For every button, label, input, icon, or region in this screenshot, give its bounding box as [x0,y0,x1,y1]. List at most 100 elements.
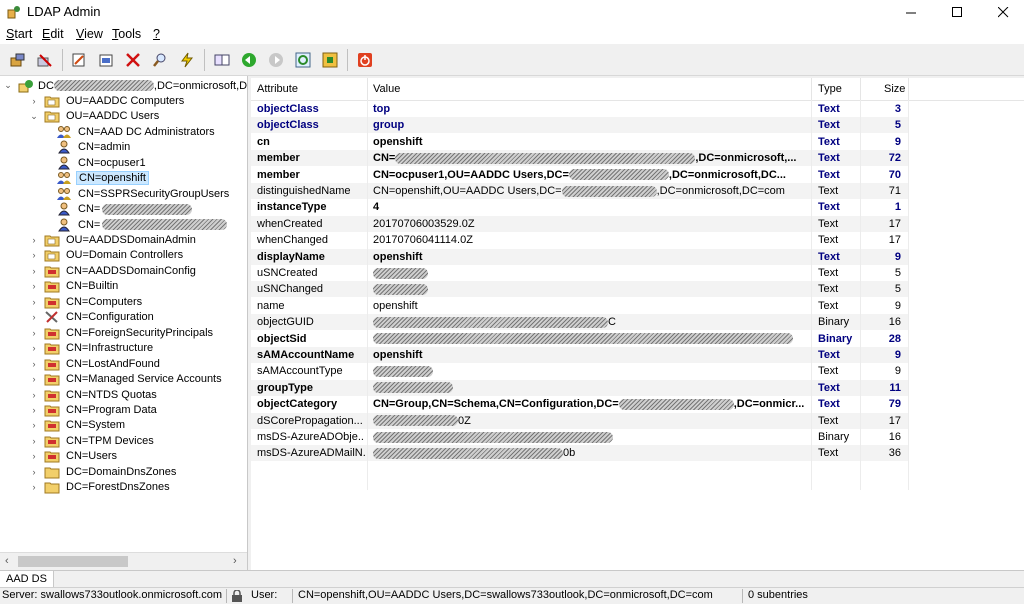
app-icon [7,6,20,19]
tree-item[interactable]: CN= [56,202,193,217]
header-attribute[interactable]: Attribute [257,83,298,95]
chevron-right-icon[interactable]: › [30,297,38,307]
directory-tree[interactable]: ⌄ DC ,DC=onmicrosoft,D › OU=AADDC Computer… [0,76,248,570]
delete-icon[interactable] [124,51,142,69]
chevron-down-icon[interactable]: ⌄ [4,80,12,91]
chevron-right-icon[interactable]: › [30,482,38,492]
attribute-value: CN=openshift,OU=AADDC Users,DC= ,DC=onmic… [373,185,809,197]
chevron-right-icon[interactable]: › [30,451,38,461]
attribute-size: 5 [894,267,901,279]
tree-item[interactable]: › CN=Builtin [30,279,120,294]
attribute-type: Text [818,447,839,460]
tree-item[interactable]: › CN=NTDS Quotas [30,387,159,402]
tree-item[interactable]: CN= [56,217,228,232]
container-icon [44,388,64,402]
tree-item[interactable]: CN=admin [56,140,132,155]
menu-tools[interactable]: Tools [112,27,141,41]
quick-search-icon[interactable] [178,51,196,69]
tree-item[interactable]: CN=AAD DC Administrators [56,124,217,139]
chevron-right-icon[interactable]: › [30,467,38,477]
tree-item[interactable]: › CN=Program Data [30,402,159,417]
menu-start[interactable]: Start [6,27,32,41]
group-icon [56,187,76,201]
refresh-icon[interactable] [294,51,312,69]
tree-item[interactable]: ⌄ OU=AADDC Users [30,109,161,124]
chevron-right-icon[interactable]: › [30,266,38,276]
tree-item[interactable]: CN=openshift [56,171,149,186]
maximize-button[interactable] [934,0,980,24]
tab-aad-ds[interactable]: AAD DS [0,571,54,587]
header-type[interactable]: Type [818,83,842,95]
redacted-text [373,316,608,328]
properties-icon[interactable] [97,51,115,69]
tree-item[interactable]: › CN=AADDSDomainConfig [30,263,198,278]
tree-item[interactable]: CN=ocpuser1 [56,155,148,170]
tree-item-label: CN=TPM Devices [66,434,154,447]
attribute-size: 16 [888,316,901,329]
scrollbar-thumb[interactable] [18,556,128,567]
tree-item[interactable]: › CN=Users [30,449,119,464]
chevron-right-icon[interactable]: › [30,328,38,338]
tree-item[interactable]: › CN=Configuration [30,310,156,325]
tree-item[interactable]: CN=SSPRSecurityGroupUsers [56,186,231,201]
schema-icon[interactable] [213,51,231,69]
menu-view[interactable]: View [76,27,103,41]
tree-item[interactable]: › OU=AADDSDomainAdmin [30,233,198,248]
export-icon[interactable] [321,51,339,69]
tree-item[interactable]: › CN=TPM Devices [30,433,156,448]
attribute-value: 0Z [373,415,809,427]
chevron-down-icon[interactable]: ⌄ [30,111,38,122]
scroll-right-icon[interactable]: › [233,555,237,567]
chevron-right-icon[interactable]: › [30,312,38,322]
attribute-grid[interactable]: Attribute Value Type Size objectClass top… [251,78,1024,570]
tree-item[interactable]: › CN=Managed Service Accounts [30,372,224,387]
tree-item[interactable]: › CN=System [30,418,127,433]
attribute-name: cn [257,135,270,148]
chevron-right-icon[interactable]: › [30,359,38,369]
chevron-right-icon[interactable]: › [30,405,38,415]
attribute-type: Text [818,283,839,296]
tree-item[interactable]: › CN=Infrastructure [30,341,155,356]
attribute-size: 9 [894,349,901,361]
chevron-right-icon[interactable]: › [30,250,38,260]
tree-item-label: CN= [78,203,101,216]
tree-item[interactable]: › CN=ForeignSecurityPrincipals [30,325,215,340]
tree-item[interactable]: › DC=DomainDnsZones [30,464,178,479]
tree-root[interactable]: ⌄ DC ,DC=onmicrosoft,D [4,78,247,93]
forward-icon[interactable] [267,51,285,69]
chevron-right-icon[interactable]: › [30,374,38,384]
header-value[interactable]: Value [373,83,400,95]
folder-icon [44,480,64,494]
tree-item[interactable]: › OU=Domain Controllers [30,248,185,263]
scroll-left-icon[interactable]: ‹ [5,555,9,567]
menu-edit[interactable]: Edit [42,27,64,41]
disconnect-icon[interactable] [36,51,54,69]
container-icon [44,341,64,355]
connect-icon[interactable] [9,51,27,69]
chevron-right-icon[interactable]: › [30,235,38,245]
chevron-right-icon[interactable]: › [30,420,38,430]
edit-entry-icon[interactable] [70,51,88,69]
search-icon[interactable] [151,51,169,69]
chevron-right-icon[interactable]: › [30,436,38,446]
attribute-size: 79 [888,398,901,411]
toolbar [0,45,1024,76]
exit-icon[interactable] [356,51,374,69]
tree-horizontal-scrollbar[interactable]: ‹ › [0,552,247,570]
status-server: Server: swallows733outlook.onmicrosoft.c… [2,589,223,601]
minimize-button[interactable] [888,0,934,24]
tree-item[interactable]: › OU=AADDC Computers [30,93,186,108]
tree-item[interactable]: › CN=Computers [30,294,144,309]
attribute-type: Binary [818,316,850,329]
back-icon[interactable] [240,51,258,69]
tree-item[interactable]: › CN=LostAndFound [30,356,162,371]
close-button[interactable] [980,0,1024,24]
menu-help[interactable]: ? [153,27,160,41]
tree-item[interactable]: › DC=ForestDnsZones [30,480,172,495]
chevron-right-icon[interactable]: › [30,390,38,400]
chevron-right-icon[interactable]: › [30,343,38,353]
chevron-right-icon[interactable]: › [30,281,38,291]
chevron-right-icon[interactable]: › [30,96,38,106]
attribute-type: Text [818,414,839,427]
header-size[interactable]: Size [884,83,905,95]
